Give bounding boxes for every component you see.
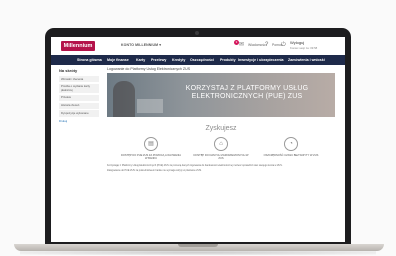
bank-logo[interactable]: Millennium [61, 41, 95, 51]
person-image [113, 81, 135, 117]
feature-data: ⌂ DOSTĘP DO DANYCH ZGROMADZONYCH W ZUS [191, 137, 251, 160]
sidebar-item[interactable]: Przelew [59, 94, 99, 102]
laptop-image [137, 99, 163, 113]
clock-icon: ◔ [284, 137, 298, 151]
sidebar-item[interactable]: Dyspozycje wykonane [59, 110, 99, 117]
sidebar: Na skróty Wnioski i zlecenia Prośba o wy… [59, 68, 99, 123]
nav-transfers[interactable]: Przelewy [151, 58, 166, 62]
webcam [195, 31, 199, 35]
session-timer: Koniec sesji za: 09:58 [290, 46, 318, 50]
nav-my-finances[interactable]: Moje finanse [107, 58, 129, 62]
print-link[interactable]: Drukuj [59, 119, 99, 123]
main-content: Logowanie do Platformy Usług Elektronicz… [107, 67, 335, 172]
sidebar-item[interactable]: Historia zleceń [59, 102, 99, 109]
nav-orders[interactable]: Zamówienia i wnioski [288, 58, 325, 62]
bank-top-bar: Millennium KONTO MILLENNIUM ▾ 3 ✉ Wiadom… [51, 37, 345, 56]
account-selector[interactable]: KONTO MILLENNIUM ▾ [121, 43, 161, 47]
nav-savings[interactable]: Oszczędności [190, 58, 214, 62]
document-icon: ▤ [144, 137, 158, 151]
feature-time: ◔ OSZCZĘDNOŚĆ CZASU BEZ WIZYTY W ZUS [261, 137, 321, 157]
paragraph: Zalogowanie do PUE ZUS za pośrednictwem … [107, 169, 202, 173]
nav-home[interactable]: Strona główna [77, 58, 102, 62]
laptop-notch [178, 244, 218, 247]
nav-investments[interactable]: Inwestycje i ubezpieczenia [238, 58, 284, 62]
sidebar-title: Na skróty [59, 68, 78, 73]
logout-button[interactable]: Wyloguj [290, 40, 304, 45]
description-text: Korzystając z Platformy Usług Elektronic… [107, 164, 335, 174]
logout-icon[interactable]: ⏻ [281, 42, 289, 49]
feature-login: ▤ DOSTĘP DO PUE ZUS ZA POMOCĄ LOGOWANIA … [121, 137, 181, 160]
envelope-icon[interactable]: ✉ [239, 42, 247, 49]
feature-label: DOSTĘP DO PUE ZUS ZA POMOCĄ LOGOWANIA W … [121, 154, 181, 160]
building-icon: ⌂ [214, 137, 228, 151]
feature-label: DOSTĘP DO DANYCH ZGROMADZONYCH W ZUS [193, 154, 249, 160]
sidebar-item[interactable]: Wnioski i zlecenia [59, 76, 99, 83]
nav-cards[interactable]: Karty [136, 58, 145, 62]
paragraph: Korzystając z Platformy Usług Elektronic… [107, 164, 283, 167]
laptop-screen: Millennium KONTO MILLENNIUM ▾ 3 ✉ Wiadom… [51, 37, 345, 242]
main-navigation: Strona główna Moje finanse Karty Przelew… [51, 55, 345, 65]
page-title: Logowanie do Platformy Usług Elektronicz… [107, 67, 191, 71]
sidebar-item[interactable]: Prośba o wydanie karty płatniczej [59, 83, 99, 94]
hero-title: KORZYSTAJ Z PLATFORMY USŁUG ELEKTRONICZN… [185, 85, 309, 100]
messages-link[interactable]: Wiadomości [248, 43, 266, 47]
hero-banner: KORZYSTAJ Z PLATFORMY USŁUG ELEKTRONICZN… [107, 73, 335, 117]
feature-label: OSZCZĘDNOŚĆ CZASU BEZ WIZYTY W ZUS [263, 154, 319, 157]
nav-credits[interactable]: Kredyty [172, 58, 185, 62]
nav-products[interactable]: Produkty [220, 58, 236, 62]
benefits-title: Zyskujesz [205, 125, 237, 132]
laptop-lid: Millennium KONTO MILLENNIUM ▾ 3 ✉ Wiadom… [45, 28, 351, 246]
